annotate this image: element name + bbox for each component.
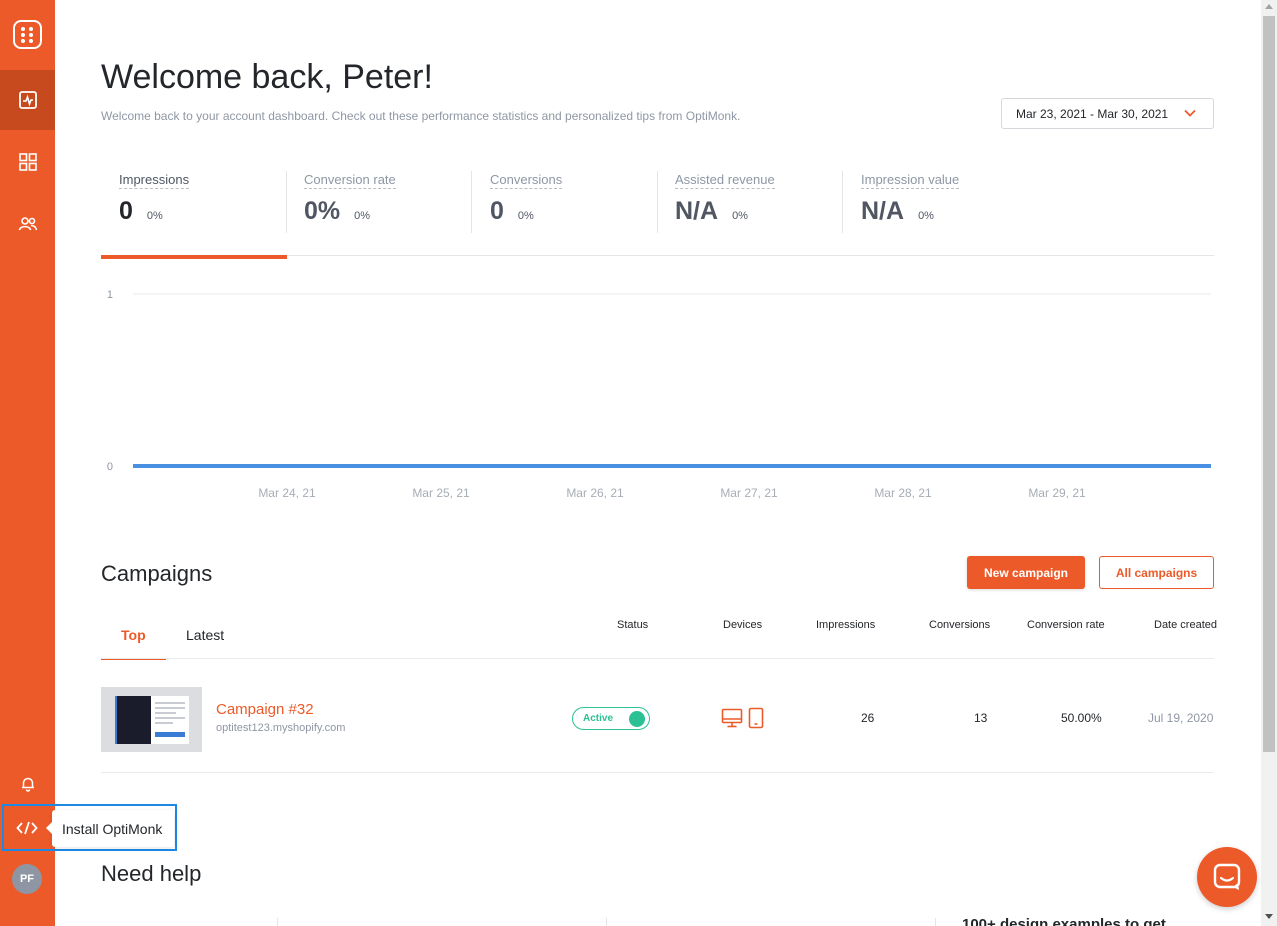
campaign-conversion-rate: 50.00%: [1061, 711, 1102, 725]
stat-value: N/A: [675, 197, 719, 225]
scroll-down-arrow-icon[interactable]: [1265, 914, 1273, 919]
sidebar-item-dashboard[interactable]: [0, 70, 55, 130]
mobile-icon: [748, 707, 764, 729]
chart-y-tick-label: 1: [107, 289, 113, 301]
stat-label: Conversion rate: [304, 172, 396, 189]
stat-label: Conversions: [490, 172, 563, 189]
column-header-conversion-rate: Conversion rate: [1027, 619, 1105, 631]
need-help-title: Need help: [101, 861, 202, 886]
sidebar-item-subscribers[interactable]: [0, 194, 55, 254]
campaigns-title: Campaigns: [101, 561, 213, 586]
stat-value: 0%: [304, 197, 341, 225]
new-campaign-button[interactable]: New campaign: [967, 556, 1085, 589]
stat-value: N/A: [861, 197, 905, 225]
bell-icon: [21, 777, 34, 792]
campaign-thumbnail-text-lines: [155, 702, 185, 727]
date-range-value: Mar 23, 2021 - Mar 30, 2021: [1016, 106, 1169, 121]
install-tooltip: Install OptiMonk: [46, 810, 174, 847]
stat-active-indicator: [101, 255, 287, 259]
chart-x-tick-label: Mar 25, 21: [412, 486, 470, 500]
chart-x-tick-label: Mar 26, 21: [566, 486, 624, 500]
stat-change: 0%: [918, 210, 934, 222]
stat-impression-value[interactable]: Impression value N/A 0%: [861, 171, 960, 235]
status-label: Active: [583, 713, 614, 724]
chat-icon: [1213, 863, 1241, 890]
stat-divider: [842, 171, 843, 233]
campaign-thumbnail-preview: [115, 696, 189, 744]
stat-change: 0%: [732, 210, 748, 222]
stat-label: Assisted revenue: [675, 172, 775, 189]
sidebar-item-install[interactable]: [12, 817, 42, 839]
chart-y-tick-label: 0: [107, 461, 113, 473]
page-title: Welcome back, Peter!: [101, 58, 433, 96]
chat-launcher-button[interactable]: [1197, 847, 1257, 907]
stat-divider: [657, 171, 658, 233]
chart-svg: 1 0 Mar 24, 21 Mar 25, 21 Mar 26, 21 Mar 27, …: [107, 289, 1211, 500]
column-header-date-created: Date created: [1154, 619, 1217, 631]
impressions-chart: 1 0 Mar 24, 21 Mar 25, 21 Mar 26, 21 Mar 27, …: [101, 280, 1214, 505]
campaign-date-created: Jul 19, 2020: [1148, 711, 1214, 725]
tab-top[interactable]: Top: [121, 627, 146, 643]
stat-divider: [286, 171, 287, 233]
stat-divider: [471, 171, 472, 233]
stat-value: 0: [119, 197, 133, 225]
toggle-knob: [629, 711, 645, 727]
chevron-down-icon: [1184, 109, 1196, 117]
stat-change: 0%: [517, 210, 534, 222]
stat-change: 0%: [354, 210, 371, 222]
stat-change: 0%: [146, 210, 163, 222]
table-row-divider: [101, 772, 1214, 773]
page-subtitle: Welcome back to your account dashboard. …: [101, 109, 741, 123]
scroll-up-arrow-icon[interactable]: [1265, 4, 1273, 9]
campaign-thumbnail-image: [115, 696, 151, 744]
column-header-devices: Devices: [723, 619, 763, 631]
status-toggle[interactable]: Active: [572, 707, 650, 730]
desktop-icon: [721, 708, 743, 728]
stat-conversion-rate[interactable]: Conversion rate 0% 0%: [304, 171, 396, 235]
sidebar: PF: [0, 0, 55, 926]
help-card-title[interactable]: 100+ design examples to get: [962, 916, 1166, 926]
avatar[interactable]: PF: [12, 864, 42, 894]
chart-x-tick-label: Mar 28, 21: [874, 486, 932, 500]
campaign-thumbnail-button: [155, 732, 185, 737]
stat-impressions[interactable]: Impressions 0 0%: [119, 171, 190, 235]
sidebar-item-campaigns[interactable]: [0, 132, 55, 192]
table-header-divider: [101, 658, 1214, 659]
chart-x-tick-label: Mar 29, 21: [1028, 486, 1086, 500]
date-range-picker[interactable]: Mar 23, 2021 - Mar 30, 2021: [1001, 98, 1214, 129]
help-card-divider: [606, 918, 607, 926]
campaign-thumbnail[interactable]: [101, 687, 202, 752]
all-campaigns-button[interactable]: All campaigns: [1099, 556, 1214, 589]
pulse-chart-icon: [18, 91, 37, 109]
stat-value: 0: [490, 197, 504, 225]
optimonk-logo-icon[interactable]: [13, 20, 42, 49]
grid-icon: [18, 153, 37, 171]
stat-assisted-revenue[interactable]: Assisted revenue N/A 0%: [675, 171, 775, 235]
code-icon: [16, 821, 38, 835]
column-header-conversions: Conversions: [929, 619, 991, 631]
column-header-impressions: Impressions: [816, 619, 876, 631]
stat-label: Impressions: [119, 172, 190, 189]
users-icon: [18, 217, 37, 231]
tab-latest[interactable]: Latest: [186, 627, 224, 643]
campaign-conversions: 13: [974, 711, 988, 725]
help-card-divider: [277, 918, 278, 926]
column-header-status: Status: [617, 619, 649, 631]
help-card-divider: [935, 918, 936, 926]
stat-label: Impression value: [861, 172, 960, 189]
campaign-domain: optitest123.myshopify.com: [216, 722, 346, 734]
chart-x-tick-label: Mar 27, 21: [720, 486, 778, 500]
scrollbar-thumb[interactable]: [1263, 16, 1275, 752]
campaign-name-link[interactable]: Campaign #32: [216, 701, 314, 718]
stat-conversions[interactable]: Conversions 0 0%: [490, 171, 563, 235]
campaign-impressions: 26: [861, 711, 875, 725]
chart-x-tick-label: Mar 24, 21: [258, 486, 316, 500]
